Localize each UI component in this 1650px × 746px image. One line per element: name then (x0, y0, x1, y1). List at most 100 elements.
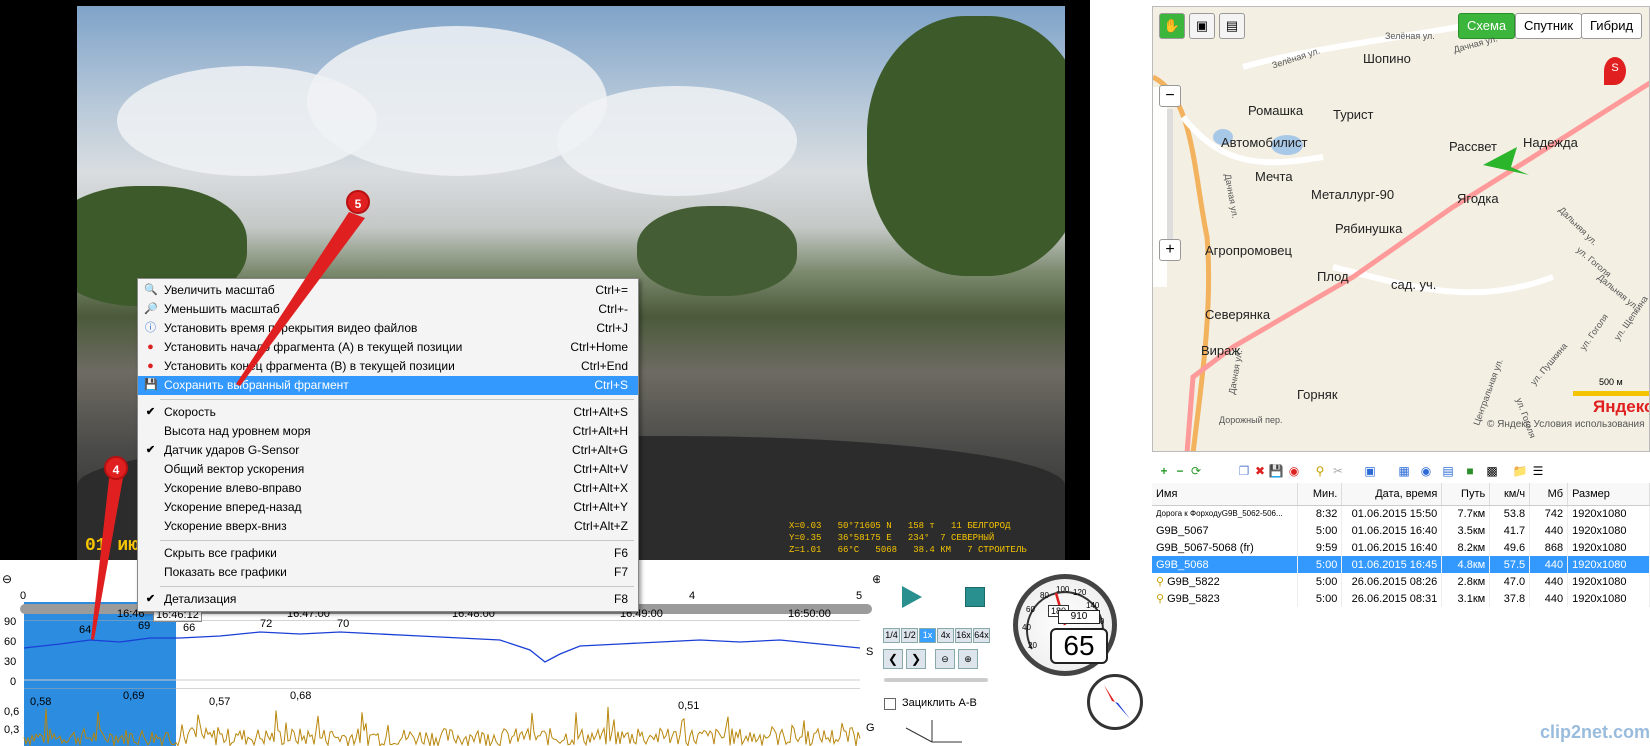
import-icon[interactable]: ▣ (1362, 463, 1378, 479)
tick-label: 4 (689, 590, 696, 602)
cell-min: 8:32 (1297, 505, 1343, 522)
rate-button[interactable]: 1/4 (883, 628, 900, 643)
delete-icon[interactable]: ✖ (1252, 463, 1268, 479)
cloud (557, 86, 797, 196)
column-header[interactable]: Мин. (1297, 483, 1343, 506)
speed-graph[interactable]: 90 60 30 0 S 64 69 66 72 70 (0, 616, 880, 690)
zoom-box-icon[interactable]: ▣ (1189, 13, 1215, 39)
next-icon[interactable]: ❯ (906, 649, 926, 669)
map-zoom-slider[interactable] (1167, 109, 1173, 239)
remove-icon[interactable]: − (1172, 463, 1188, 479)
film-icon[interactable]: ▩ (1484, 463, 1500, 479)
value-label: 0,69 (123, 690, 145, 702)
table-row[interactable]: ⚲ G9B_5822 5:00 26.06.2015 08:26 2.8км 4… (1152, 573, 1650, 590)
menu-item-set-end[interactable]: ● Установить конец фрагмента (B) в текуще… (138, 357, 638, 376)
rate-button[interactable]: 64x (973, 628, 990, 643)
table-header: Имя Мин. Дата, время Путь км/ч Мб Размер (1152, 483, 1650, 506)
menu-item-g-sensor[interactable]: ✔ Датчик ударов G-Sensor Ctrl+Alt+G (138, 441, 638, 460)
cell-kmh: 49.6 (1489, 539, 1531, 556)
rate-button[interactable]: 1/2 (901, 628, 918, 643)
refresh-icon[interactable]: ⟳ (1188, 463, 1204, 479)
map-panel[interactable]: ✋ ▣ ▤ Схема Спутник Гибрид − + S Шопино … (1152, 6, 1650, 452)
menu-item-hide-graphs[interactable]: Скрыть все графики F6 (138, 544, 638, 563)
value-label: 0,68 (290, 690, 312, 702)
folder-icon[interactable]: 📁 (1512, 463, 1528, 479)
column-header[interactable]: Мб (1529, 483, 1569, 506)
column-header[interactable]: Путь (1441, 483, 1491, 506)
menu-item-set-start[interactable]: ● Установить начало фрагмента (A) в текущ… (138, 338, 638, 357)
loop-checkbox[interactable] (884, 698, 896, 710)
rate-button[interactable]: 16x (955, 628, 972, 643)
menu-item-zoom-out[interactable]: 🔎 Уменьшить масштаб Ctrl+- (138, 300, 638, 319)
context-menu[interactable]: 🔍 Увеличить масштаб Ctrl+= 🔎 Уменьшить масш… (137, 278, 639, 612)
info-icon: ⓘ (145, 322, 156, 334)
cell-mb: 868 (1529, 539, 1569, 556)
map-zoom-out[interactable]: − (1159, 85, 1181, 107)
table-row[interactable]: ⚲ G9B_5823 5:00 26.06.2015 08:31 3.1км 3… (1152, 590, 1650, 607)
graph-channel: S (866, 646, 874, 658)
ruler-icon[interactable]: ▤ (1219, 13, 1245, 39)
column-header[interactable]: Размер (1567, 483, 1650, 506)
cell-size: 1920x1080 (1567, 590, 1650, 607)
menu-item-overlap-time[interactable]: ⓘ Установить время перекрытия видео файло… (138, 319, 638, 338)
menu-item-show-graphs[interactable]: Показать все графики F7 (138, 563, 638, 582)
photo-icon[interactable]: ■ (1462, 463, 1478, 479)
table-row[interactable]: G9B_5067-5068 (fr) 9:59 01.06.2015 16:40… (1152, 539, 1650, 556)
volume-slider[interactable] (884, 678, 988, 682)
map-copyright[interactable]: © Яндекс Условия использования (1487, 419, 1645, 430)
table-row-selected[interactable]: G9B_5068 5:00 01.06.2015 16:45 4.8км 57.… (1152, 556, 1650, 573)
menu-item-save-fragment[interactable]: 💾 Сохранить выбранный фрагмент Ctrl+S (138, 376, 638, 395)
rate-button[interactable]: 4x (937, 628, 954, 643)
zoom-in-icon[interactable]: ⊕ (958, 649, 978, 669)
zoom-out-icon[interactable]: ⊖ (2, 572, 12, 586)
rate-button[interactable]: 1x (919, 628, 936, 643)
menu-item-speed[interactable]: ✔ Скорость Ctrl+Alt+S (138, 403, 638, 422)
document-icon[interactable]: ☰ (1530, 463, 1546, 479)
dial-label: 120 (1073, 588, 1087, 597)
map-mode-hybrid[interactable]: Гибрид (1581, 13, 1643, 39)
stop-icon[interactable] (965, 587, 985, 607)
column-header[interactable]: Имя (1152, 483, 1299, 506)
zoom-out-icon[interactable]: ⊖ (935, 649, 955, 669)
menu-item-accel-lr[interactable]: Ускорение влево-вправо Ctrl+Alt+X (138, 479, 638, 498)
table-row[interactable]: Дорога к ФорходуG9B_5062-506... 8:32 01.… (1152, 505, 1650, 522)
column-header[interactable]: км/ч (1489, 483, 1531, 506)
menu-item-accel-ud[interactable]: Ускорение вверх-вниз Ctrl+Alt+Z (138, 517, 638, 536)
key-icon[interactable]: ⚲ (1312, 463, 1328, 479)
menu-separator (138, 582, 638, 590)
copy-icon[interactable]: ❐ (1236, 463, 1252, 479)
play-icon[interactable] (902, 586, 922, 608)
cell-kmh: 57.5 (1489, 556, 1531, 573)
value-label: 70 (337, 618, 350, 630)
graph-channel: G (866, 722, 875, 734)
windows-icon[interactable]: ▦ (1396, 463, 1412, 479)
hand-icon[interactable]: ✋ (1159, 13, 1185, 39)
menu-item-accel-fb[interactable]: Ускорение вперед-назад Ctrl+Alt+Y (138, 498, 638, 517)
start-marker-icon[interactable]: S (1604, 57, 1626, 85)
cell-path: 8.2км (1441, 539, 1491, 556)
record-icon[interactable]: ◉ (1286, 463, 1302, 479)
menu-separator (138, 395, 638, 403)
column-header[interactable]: Дата, время (1341, 483, 1443, 506)
table-row[interactable]: G9B_5067 5:00 01.06.2015 16:40 3.5км 41.… (1152, 522, 1650, 539)
menu-item-altitude[interactable]: Высота над уровнем моря Ctrl+Alt+H (138, 422, 638, 441)
g-sensor-graph[interactable]: 0,6 0,3 G 0,58 0,69 0,57 0,68 0,51 (0, 687, 880, 746)
menu-item-detail[interactable]: ✔ Детализация F8 (138, 590, 638, 609)
menu-item-zoom-in[interactable]: 🔍 Увеличить масштаб Ctrl+= (138, 281, 638, 300)
prev-icon[interactable]: ❮ (883, 649, 903, 669)
axis-label: 0,3 (4, 724, 20, 736)
cell-mb: 440 (1529, 556, 1569, 573)
add-icon[interactable]: + (1156, 463, 1172, 479)
image-icon[interactable]: ▤ (1440, 463, 1456, 479)
save-icon[interactable]: 💾 (1268, 463, 1284, 479)
axis-label: 0 (10, 676, 17, 688)
menu-item-total-accel[interactable]: Общий вектор ускорения Ctrl+Alt+V (138, 460, 638, 479)
map-mode-satellite[interactable]: Спутник (1515, 13, 1583, 39)
cell-size: 1920x1080 (1567, 505, 1650, 522)
map-zoom-in[interactable]: + (1159, 239, 1181, 261)
file-table[interactable]: Имя Мин. Дата, время Путь км/ч Мб Размер… (1152, 483, 1650, 607)
globe-icon[interactable]: ◉ (1418, 463, 1434, 479)
app-window: 01 июн 2 X=0.03 50°71605 N 158 т 11 БЕЛГ… (0, 0, 1650, 746)
cut-icon[interactable]: ✂ (1330, 463, 1346, 479)
cell-min: 9:59 (1297, 539, 1343, 556)
